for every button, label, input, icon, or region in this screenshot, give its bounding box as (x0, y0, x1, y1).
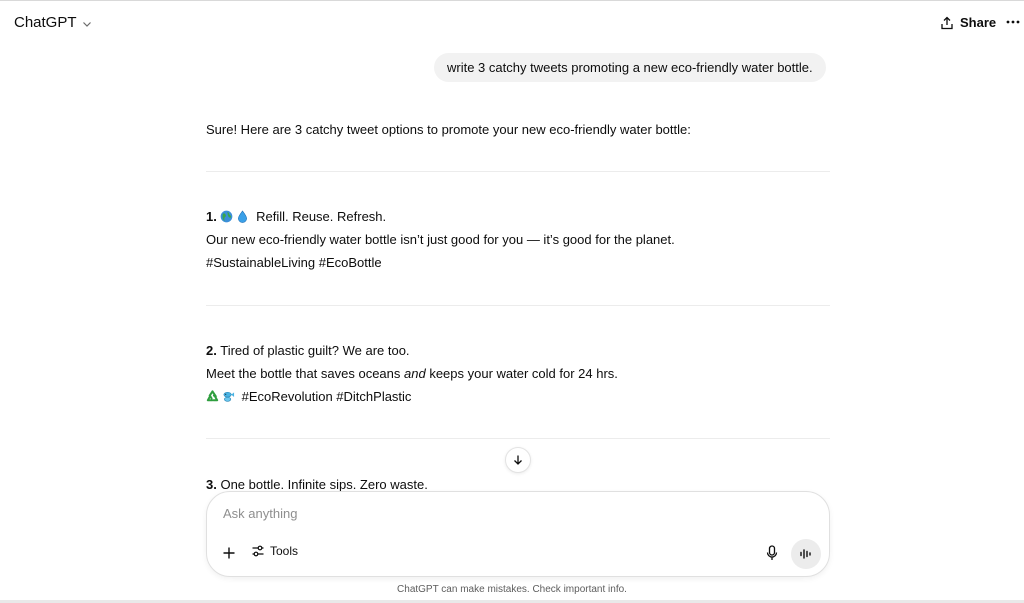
droplet-icon (238, 210, 248, 223)
more-options-button[interactable] (1004, 13, 1022, 31)
composer: Tools (206, 491, 830, 577)
microphone-icon (766, 545, 778, 560)
scroll-to-bottom-button[interactable] (505, 447, 531, 473)
tweet-body: Our new eco-friendly water bottle isn’t … (206, 232, 675, 247)
globe-icon (221, 210, 233, 223)
ellipsis-icon (1006, 20, 1020, 24)
fish-icon (223, 391, 235, 402)
voice-mode-button[interactable] (791, 539, 821, 569)
tweet-number: 1. (206, 209, 217, 224)
waveform-icon (800, 549, 811, 559)
share-icon (941, 16, 953, 29)
share-label: Share (960, 15, 997, 30)
disclaimer: ChatGPT can make mistakes. Check importa… (397, 584, 627, 595)
attach-button[interactable] (219, 543, 239, 563)
tools-button[interactable]: Tools (251, 544, 298, 558)
divider (206, 438, 830, 439)
tweet-hashtags: #EcoRevolution #DitchPlastic (241, 389, 412, 404)
tweet-1: 1. Refill. Reuse. Refresh. Our new eco-f… (206, 205, 830, 274)
assistant-intro: Sure! Here are 3 catchy tweet options to… (206, 122, 691, 137)
divider (206, 171, 830, 172)
tweet-body-emphasis: and (404, 366, 426, 381)
tools-label: Tools (270, 544, 299, 558)
model-name: ChatGPT (14, 14, 77, 31)
tweet-headline: Refill. Reuse. Refresh. (256, 209, 387, 224)
tweet-headline: One bottle. Infinite sips. Zero waste. (220, 477, 428, 492)
tweet-body: Meet the bottle that saves oceans and ke… (206, 362, 830, 385)
tweet-number: 2. (206, 343, 217, 358)
tweet-2: 2. Tired of plastic guilt? We are too. M… (206, 339, 830, 408)
user-message: write 3 catchy tweets promoting a new ec… (434, 53, 826, 82)
tweet-hashtags: #SustainableLiving #EcoBottle (206, 255, 382, 270)
plus-icon (223, 547, 235, 559)
sliders-icon (252, 545, 264, 557)
share-button[interactable]: Share (940, 15, 996, 30)
prompt-input[interactable] (223, 506, 783, 521)
recycle-icon (206, 390, 219, 402)
tweet-body-text: Meet the bottle that saves oceans (206, 366, 405, 381)
tweet-body-text: keeps your water cold for 24 hrs. (425, 366, 618, 381)
model-selector[interactable]: ChatGPT (14, 14, 92, 31)
chevron-down-icon (82, 21, 91, 27)
top-bar: ChatGPT Share (0, 0, 1024, 44)
tweet-number: 3. (206, 477, 217, 492)
tweet-headline: Tired of plastic guilt? We are too. (220, 343, 410, 358)
divider (206, 305, 830, 306)
arrow-down-icon (514, 455, 522, 465)
dictate-button[interactable] (763, 544, 781, 562)
